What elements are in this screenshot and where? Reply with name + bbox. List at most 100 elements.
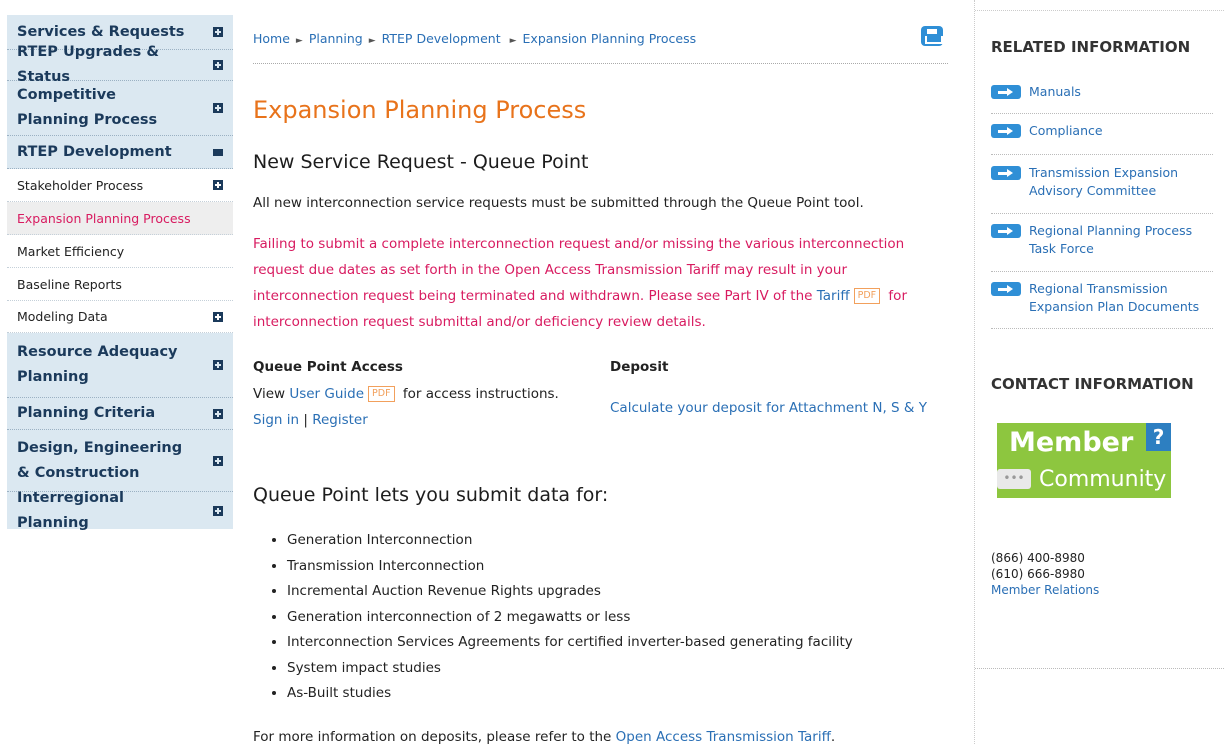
nav-subitem-baseline-reports[interactable]: Baseline Reports — [7, 268, 233, 301]
submit-data-list: Generation Interconnection Transmission … — [287, 528, 853, 707]
nav-subitem-label: Baseline Reports — [17, 276, 122, 292]
warning-text-body: Failing to submit a complete interconnec… — [253, 236, 905, 304]
nav-subitem-label: Stakeholder Process — [17, 177, 144, 193]
plus-icon[interactable] — [213, 180, 223, 190]
contact-details: (866) 400-8980 (610) 666-8980 Member Rel… — [991, 550, 1099, 598]
deposit-heading: Deposit — [610, 359, 669, 375]
deposit-text: Calculate your deposit for Attachment N,… — [610, 395, 927, 421]
plus-icon[interactable] — [213, 103, 223, 113]
plus-icon[interactable] — [213, 311, 223, 322]
nav-item-label: Interregional Planning — [17, 489, 125, 531]
list-item: Generation Interconnection — [287, 528, 853, 554]
breadcrumb-divider — [253, 63, 948, 64]
nav-subitem-market-efficiency[interactable]: Market Efficiency — [7, 235, 233, 268]
link-separator: | — [299, 412, 313, 428]
related-link-compliance[interactable]: Compliance — [991, 122, 1203, 140]
nav-item-interregional-planning[interactable]: Interregional Planning — [7, 490, 233, 531]
phone-number: (610) 666-8980 — [991, 567, 1085, 581]
chat-bubble-icon: ••• — [997, 469, 1031, 489]
warning-text: Failing to submit a complete interconnec… — [253, 231, 953, 335]
pdf-badge: PDF — [368, 386, 395, 402]
user-guide-link[interactable]: User Guide — [289, 386, 364, 402]
minus-icon[interactable] — [213, 148, 223, 156]
divider — [991, 271, 1213, 272]
member-relations-link[interactable]: Member Relations — [991, 583, 1099, 597]
section-title-submit-data: Queue Point lets you submit data for: — [253, 484, 609, 506]
breadcrumb-separator: ► — [509, 36, 517, 46]
arrow-right-icon — [991, 85, 1021, 99]
tariff-link[interactable]: Tariff — [817, 288, 850, 304]
contact-information-heading: CONTACT INFORMATION — [991, 375, 1194, 393]
related-link-rtep-documents[interactable]: Regional Transmission Expansion Plan Doc… — [991, 280, 1203, 316]
related-link-label[interactable]: Regional Planning Process Task Force — [1029, 222, 1203, 258]
plus-icon[interactable] — [213, 60, 223, 70]
nav-subitem-label: Modeling Data — [17, 309, 108, 324]
breadcrumb-separator: ► — [368, 36, 376, 46]
divider — [991, 213, 1213, 214]
queue-point-access-text: View User Guide PDF for access instructio… — [253, 381, 559, 433]
related-link-rpptf[interactable]: Regional Planning Process Task Force — [991, 222, 1203, 258]
plus-icon[interactable] — [213, 27, 223, 37]
divider — [991, 113, 1213, 114]
arrow-right-icon — [991, 124, 1021, 138]
list-item: Interconnection Services Agreements for … — [287, 630, 853, 656]
nav-subitem-label: Market Efficiency — [17, 243, 125, 259]
register-link[interactable]: Register — [312, 412, 368, 428]
divider — [975, 668, 1225, 669]
breadcrumb-rtep-development[interactable]: RTEP Development — [382, 31, 501, 46]
divider — [991, 328, 1213, 329]
related-information-heading: RELATED INFORMATION — [991, 38, 1191, 56]
nav-subitem-stakeholder-process[interactable]: Stakeholder Process — [7, 169, 233, 202]
access-instructions-text: for access instructions. — [398, 386, 559, 402]
nav-item-label: RTEP Development — [17, 143, 172, 160]
nav-item-planning-criteria[interactable]: Planning Criteria — [7, 398, 233, 430]
member-community-logo[interactable]: Member ? Community ••• — [997, 423, 1171, 498]
nav-item-rtep-upgrades[interactable]: RTEP Upgrades & Status — [7, 44, 233, 85]
footer-text: For more information on deposits, please… — [253, 724, 835, 744]
nav-item-rtep-development[interactable]: RTEP Development — [7, 136, 233, 169]
nav-subitem-label: Expansion Planning Process — [17, 210, 191, 226]
queue-point-access-heading: Queue Point Access — [253, 359, 403, 375]
breadcrumb-home[interactable]: Home — [253, 31, 290, 46]
intro-text: All new interconnection service requests… — [253, 195, 864, 211]
footer-text-body: For more information on deposits, please… — [253, 729, 616, 744]
divider — [991, 154, 1213, 155]
phone-number: (866) 400-8980 — [991, 551, 1085, 565]
related-link-label[interactable]: Manuals — [1029, 83, 1081, 101]
list-item: Generation interconnection of 2 megawatt… — [287, 605, 853, 631]
left-navigation: Services & Requests RTEP Upgrades & Stat… — [7, 15, 233, 531]
nav-item-resource-adequacy[interactable]: Resource Adequacy Planning — [7, 333, 233, 398]
nav-subitem-expansion-planning-process[interactable]: Expansion Planning Process — [7, 202, 233, 235]
right-sidebar: RELATED INFORMATION Manuals Compliance T… — [974, 0, 1225, 744]
oatt-link[interactable]: Open Access Transmission Tariff — [616, 729, 831, 744]
right-top-divider — [975, 10, 1225, 11]
related-link-manuals[interactable]: Manuals — [991, 83, 1203, 101]
breadcrumb-current[interactable]: Expansion Planning Process — [523, 31, 697, 46]
page-title: Expansion Planning Process — [253, 96, 587, 124]
nav-subitem-modeling-data[interactable]: Modeling Data — [7, 301, 233, 333]
plus-icon[interactable] — [213, 360, 223, 370]
related-link-label[interactable]: Regional Transmission Expansion Plan Doc… — [1029, 280, 1203, 316]
plus-icon[interactable] — [213, 408, 223, 419]
nav-item-label: Competitive Planning Process — [17, 87, 158, 128]
related-link-label[interactable]: Transmission Expansion Advisory Committe… — [1029, 164, 1203, 200]
section-title-queue-point: New Service Request - Queue Point — [253, 151, 589, 173]
arrow-right-icon — [991, 282, 1021, 296]
sign-in-link[interactable]: Sign in — [253, 412, 299, 428]
list-item: Transmission Interconnection — [287, 554, 853, 580]
print-icon[interactable] — [921, 26, 943, 46]
nav-item-design-engineering[interactable]: Design, Engineering & Construction — [7, 430, 233, 492]
list-item: As-Built studies — [287, 681, 853, 707]
plus-icon[interactable] — [213, 505, 223, 516]
pdf-badge: PDF — [853, 288, 881, 304]
view-text: View — [253, 386, 290, 402]
related-link-teac[interactable]: Transmission Expansion Advisory Committe… — [991, 164, 1203, 200]
nav-item-label: Design, Engineering & Construction — [17, 439, 183, 481]
breadcrumb: Home ► Planning ► RTEP Development ► Expansion… — [253, 31, 696, 46]
calculate-deposit-link[interactable]: Calculate your deposit for Attachment N,… — [610, 400, 927, 416]
breadcrumb-planning[interactable]: Planning — [309, 31, 363, 46]
arrow-right-icon — [991, 166, 1021, 180]
logo-text-member: Member — [997, 423, 1171, 463]
related-link-label[interactable]: Compliance — [1029, 122, 1103, 140]
plus-icon[interactable] — [213, 455, 223, 466]
